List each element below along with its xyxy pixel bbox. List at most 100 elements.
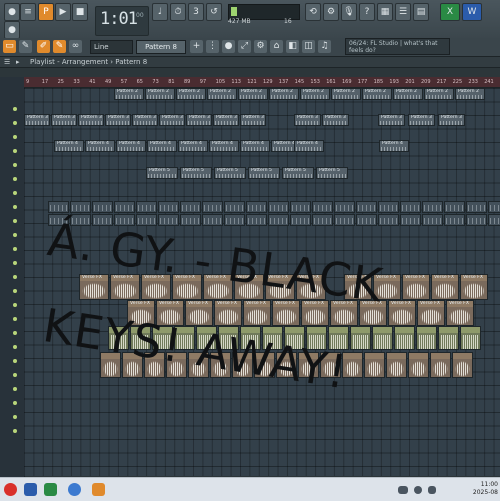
- playlist-clip[interactable]: Pattern 2: [424, 88, 454, 100]
- playlist-clip[interactable]: [364, 352, 385, 378]
- playlist-clip[interactable]: [210, 352, 231, 378]
- playlist-clip[interactable]: [452, 352, 473, 378]
- playlist-clip[interactable]: Verse FX: [156, 300, 184, 326]
- browser-icon[interactable]: ☰: [395, 3, 411, 21]
- playlist-clip[interactable]: Pattern 2: [207, 88, 237, 100]
- track-mute-dot[interactable]: [13, 303, 17, 307]
- playlist-clip[interactable]: [202, 214, 223, 226]
- playlist-clip[interactable]: Verse FX: [417, 300, 445, 326]
- playlist-clip[interactable]: Verse FX: [185, 300, 213, 326]
- playlist-clip[interactable]: [466, 214, 487, 226]
- playlist-clip[interactable]: [240, 326, 261, 350]
- playlist-arrow-icon[interactable]: ▸: [16, 57, 20, 67]
- track-mute-dot[interactable]: [13, 261, 17, 265]
- playlist-clip[interactable]: [378, 214, 399, 226]
- playlist-clip[interactable]: Pattern 2: [455, 88, 485, 100]
- track-mute-dot[interactable]: [13, 121, 17, 125]
- playlist-clip[interactable]: Pattern 4: [116, 140, 146, 152]
- system-clock[interactable]: 11:00 2025-08: [473, 481, 498, 497]
- playlist-clip[interactable]: [92, 214, 113, 226]
- playlist-clip[interactable]: Verse FX: [296, 274, 326, 300]
- playlist-clip[interactable]: Pattern 5: [316, 167, 348, 179]
- playlist-clip[interactable]: Pattern 5: [248, 167, 280, 179]
- playlist-clip[interactable]: [460, 326, 481, 350]
- playlist-clip[interactable]: [70, 201, 91, 213]
- playlist-clip[interactable]: [400, 214, 421, 226]
- selector-icon[interactable]: ⌂: [270, 40, 283, 53]
- playlist-clip[interactable]: [400, 201, 421, 213]
- playlist-clip[interactable]: [356, 214, 377, 226]
- playlist-clip[interactable]: [488, 201, 500, 213]
- playlist-clip[interactable]: [372, 326, 393, 350]
- playlist-clip[interactable]: Pattern 3: [438, 114, 465, 126]
- network-icon[interactable]: [414, 486, 422, 494]
- playlist-clip[interactable]: Pattern 3: [186, 114, 212, 126]
- playlist-clip[interactable]: Pattern 3: [378, 114, 405, 126]
- track-mute-dot[interactable]: [13, 373, 17, 377]
- excel-icon[interactable]: X: [440, 3, 460, 21]
- playlist-clip[interactable]: Pattern 3: [322, 114, 349, 126]
- track-mute-dot[interactable]: [13, 415, 17, 419]
- settings-icon[interactable]: ⚙: [254, 40, 267, 53]
- record-button[interactable]: ●: [4, 21, 20, 39]
- playlist-clip[interactable]: [290, 201, 311, 213]
- playlist-clip[interactable]: [180, 214, 201, 226]
- playlist-clip[interactable]: Pattern 3: [78, 114, 104, 126]
- playlist-clip[interactable]: [158, 201, 179, 213]
- playlist-clip[interactable]: [166, 352, 187, 378]
- playlist-clip[interactable]: [158, 214, 179, 226]
- playlist-clip[interactable]: Pattern 2: [176, 88, 206, 100]
- playlist-clip[interactable]: [224, 201, 245, 213]
- playlist-clip[interactable]: Pattern 3: [408, 114, 435, 126]
- playlist-clip[interactable]: [48, 201, 69, 213]
- playlist-clip[interactable]: [92, 201, 113, 213]
- playlist-clip[interactable]: [422, 214, 443, 226]
- playlist-clip[interactable]: [422, 201, 443, 213]
- playlist-clip[interactable]: [444, 214, 465, 226]
- playlist-clip[interactable]: Pattern 2: [300, 88, 330, 100]
- mute-icon[interactable]: ◫: [302, 40, 315, 53]
- playlist-clip[interactable]: [174, 326, 195, 350]
- playlist-clip[interactable]: Verse FX: [203, 274, 233, 300]
- playlist-clip[interactable]: Verse FX: [301, 300, 329, 326]
- track-mute-dot[interactable]: [13, 359, 17, 363]
- track-mute-dot[interactable]: [13, 275, 17, 279]
- playlist-clip[interactable]: Verse FX: [272, 300, 300, 326]
- playlist-clip[interactable]: [334, 214, 355, 226]
- track-mute-dot[interactable]: [13, 317, 17, 321]
- track-mute-dot[interactable]: [13, 331, 17, 335]
- playlist-icon[interactable]: ▭: [3, 40, 16, 53]
- playlist-clip[interactable]: [232, 352, 253, 378]
- playlist-clip[interactable]: [444, 201, 465, 213]
- playlist-clip[interactable]: Verse FX: [243, 300, 271, 326]
- playlist-clip[interactable]: [408, 352, 429, 378]
- playlist-clip[interactable]: [144, 352, 165, 378]
- playlist-clip[interactable]: [152, 326, 173, 350]
- add-pattern-icon[interactable]: +: [190, 40, 203, 53]
- undo-icon[interactable]: ⟲: [305, 3, 321, 21]
- playlist-clip[interactable]: [70, 214, 91, 226]
- fl-logo-icon[interactable]: ●: [4, 3, 20, 21]
- news-panel[interactable]: 06/24: FL Studio | what's that feels do?: [345, 38, 450, 55]
- track-mute-dot[interactable]: [13, 401, 17, 405]
- playlist-clip[interactable]: [334, 201, 355, 213]
- playlist-clip[interactable]: [180, 201, 201, 213]
- paint-icon[interactable]: ✎: [19, 40, 32, 53]
- playlist-clip[interactable]: [202, 201, 223, 213]
- track-mute-dot[interactable]: [13, 289, 17, 293]
- link-icon[interactable]: ∞: [69, 40, 82, 53]
- play-button[interactable]: ▶: [55, 3, 71, 21]
- playlist-clip[interactable]: [328, 326, 349, 350]
- playlist-clip[interactable]: [246, 214, 267, 226]
- playlist-clip[interactable]: Verse FX: [359, 300, 387, 326]
- playlist-clip[interactable]: Pattern 4: [379, 140, 409, 152]
- excel-icon[interactable]: [44, 483, 57, 496]
- playlist-clip[interactable]: [298, 352, 319, 378]
- playlist-clip[interactable]: [254, 352, 275, 378]
- playlist-clip[interactable]: Pattern 3: [294, 114, 321, 126]
- playlist-clip[interactable]: [386, 352, 407, 378]
- playlist-grid[interactable]: Pattern 2 Pattern 2 Pattern 2 Pattern 2 Patt…: [24, 88, 500, 476]
- mixer-icon[interactable]: ⚙: [323, 3, 339, 21]
- track-mute-dot[interactable]: [13, 177, 17, 181]
- playlist-clip[interactable]: Verse FX: [330, 300, 358, 326]
